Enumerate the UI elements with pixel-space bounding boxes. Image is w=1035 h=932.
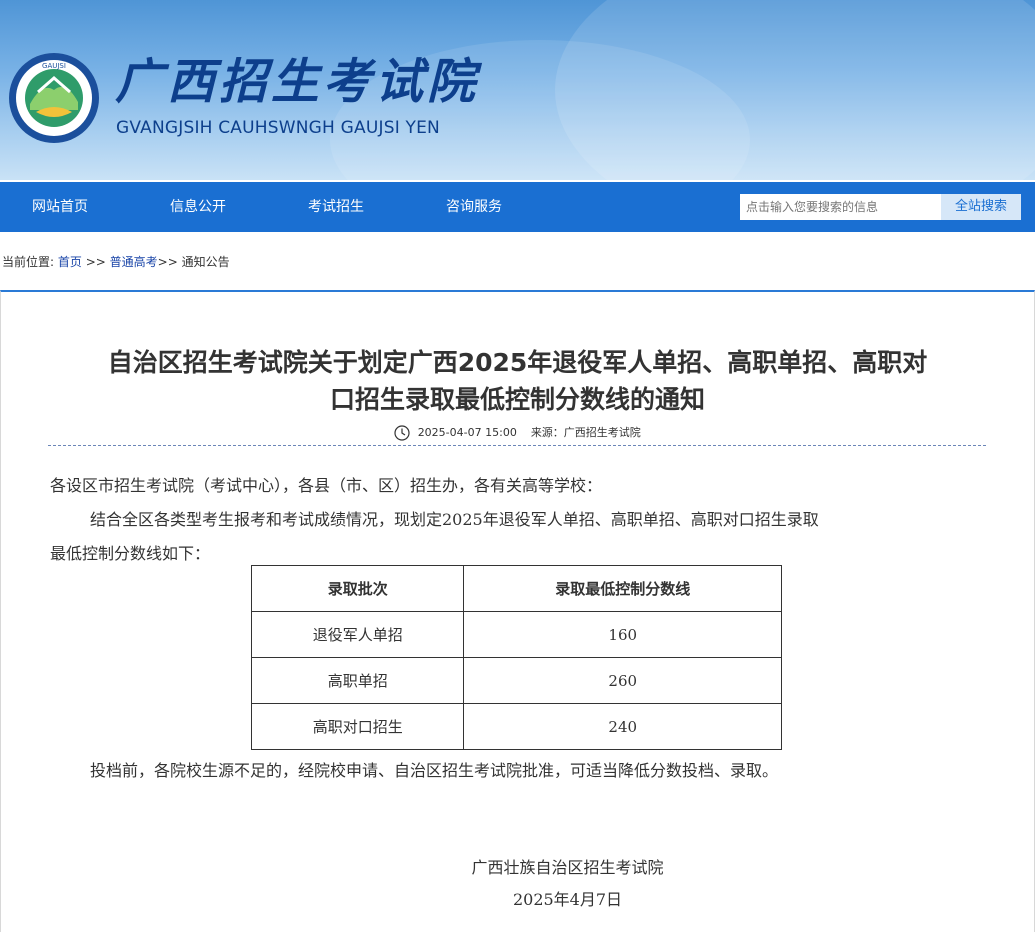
signature-org: 广西壮族自治区招生考试院 [471,858,664,877]
article-title-line: 自治区招生考试院关于划定广西2025年退役军人单招、高职单招、高职对 [107,348,928,377]
breadcrumb-prefix: 当前位置: [2,255,55,269]
search-button[interactable]: 全站搜索 [941,194,1021,220]
table-row: 高职对口招生 240 [250,703,782,750]
signature-date: 2025年4月7日 [512,890,623,909]
breadcrumb-home-link[interactable]: 首页 [58,255,82,269]
breadcrumb-current: 通知公告 [181,255,230,269]
clock-icon [394,425,410,441]
nav-item-info-disclosure[interactable]: 信息公开 [170,182,226,232]
nav-item-exam-admission[interactable]: 考试招生 [308,182,364,232]
table-row: 退役军人单招 160 [250,611,782,658]
table-cell: 160 [463,611,782,658]
site-title-en: GVANGJSIH CAUHSWNGH GAUJSI YEN [116,118,440,138]
search-input[interactable] [740,194,941,220]
breadcrumb-separator: >> [157,255,182,269]
salutation: 各设区市招生考试院（考试中心），各县（市、区）招生办，各有关高等学校： [50,476,603,495]
nav-item-home[interactable]: 网站首页 [32,182,88,232]
intro-paragraph: 最低控制分数线如下： [50,544,211,563]
site-title-cn: 广西招生考试院 [115,54,480,110]
table-header-cell: 录取批次 [250,565,465,612]
site-header: GAUJSI 广西招生考试院 GVANGJSIH CAUHSWNGH GAUJS… [0,0,1035,180]
breadcrumb-section-link[interactable]: 普通高考 [110,255,158,269]
article-title: 自治区招生考试院关于划定广西2025年退役军人单招、高职单招、高职对 口招生录取… [40,344,995,418]
table-cell: 高职对口招生 [250,703,465,750]
table-header-row: 录取批次 录取最低控制分数线 [250,565,782,612]
table-cell: 240 [463,703,782,750]
breadcrumb-separator: >> [81,255,110,269]
note-paragraph: 投档前，各院校生源不足的，经院校申请、自治区招生考试院批准，可适当降低分数投档、… [90,761,779,780]
table-cell: 260 [463,657,782,704]
article-meta: 2025-04-07 15:00 来源：广西招生考试院 [0,424,1035,441]
breadcrumb: 当前位置: 首页 >> 普通高考>> 通知公告 [2,253,230,270]
score-table: 录取批次 录取最低控制分数线 退役军人单招 160 高职单招 260 高职对口招… [250,565,782,750]
table-header-cell: 录取最低控制分数线 [463,565,782,612]
article-title-line: 口招生录取最低控制分数线的通知 [329,385,705,414]
table-cell: 退役军人单招 [250,611,465,658]
intro-paragraph: 结合全区各类型考生报考和考试成绩情况，现划定2025年退役军人单招、高职单招、高… [90,510,819,529]
article-source: 来源：广西招生考试院 [530,426,641,439]
table-cell: 高职单招 [250,657,465,704]
nav-item-consulting[interactable]: 咨询服务 [446,182,502,232]
publish-datetime: 2025-04-07 15:00 [417,426,517,439]
table-row: 高职单招 260 [250,657,782,704]
logo-text: GAUJSI [42,62,66,70]
divider [48,445,986,446]
logo-emblem[interactable]: GAUJSI [8,52,100,144]
